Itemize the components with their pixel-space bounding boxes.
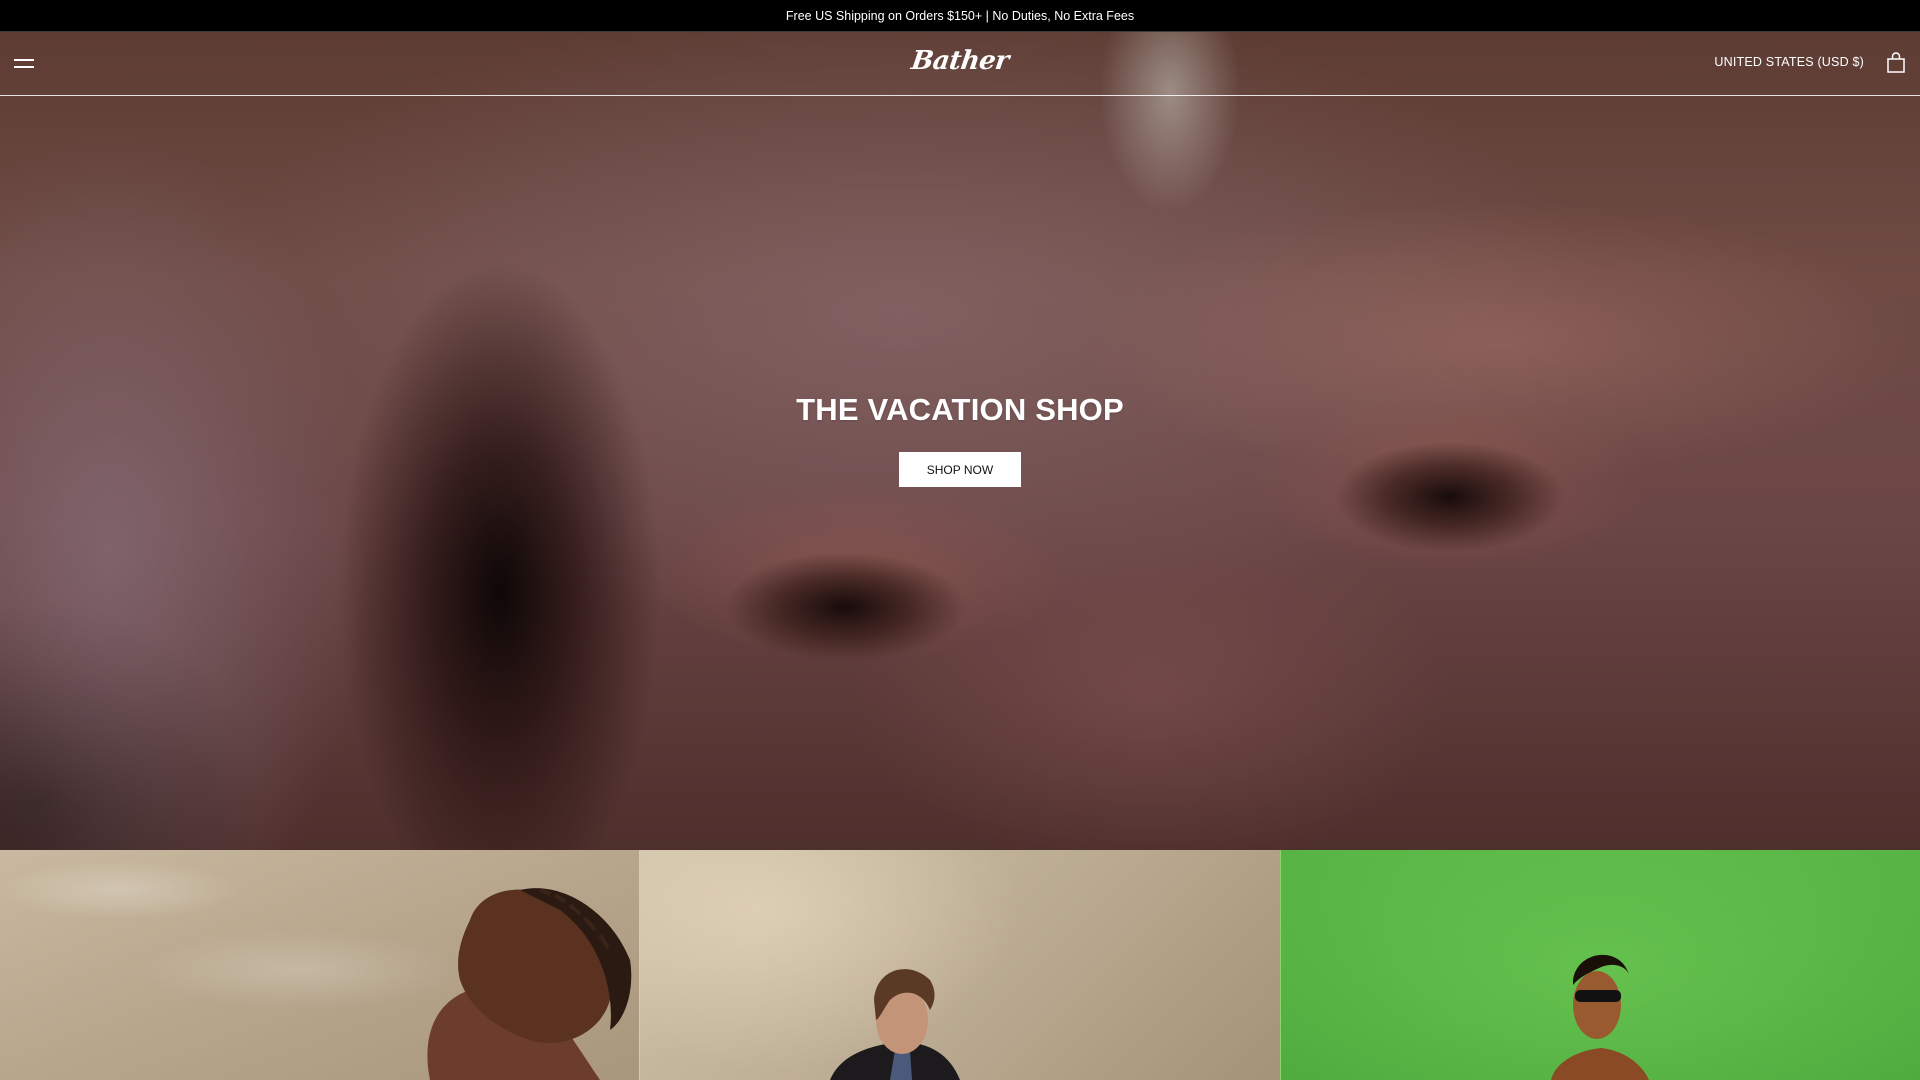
shopping-bag-icon[interactable]	[1886, 52, 1906, 74]
model-green-image	[1551, 954, 1649, 1080]
hamburger-menu-icon[interactable]	[14, 56, 34, 72]
shop-now-button[interactable]: SHOP NOW	[899, 452, 1021, 487]
tile-studio-portrait[interactable]	[639, 850, 1280, 1080]
tile-green-portrait[interactable]	[1280, 850, 1920, 1080]
model-studio-image	[830, 969, 960, 1080]
site-header: Bather UNITED STATES (USD $)	[0, 32, 1920, 96]
collection-tiles	[0, 850, 1920, 1080]
announcement-bar: Free US Shipping on Orders $150+ | No Du…	[0, 0, 1920, 32]
hero-banner[interactable]: THE VACATION SHOP SHOP NOW	[0, 32, 1920, 850]
announcement-text: Free US Shipping on Orders $150+ | No Du…	[785, 8, 1135, 23]
country-selector[interactable]: UNITED STATES (USD $)	[1714, 55, 1864, 69]
model-pool-image	[427, 888, 632, 1080]
bather-logo[interactable]: Bather	[909, 41, 1011, 81]
hero-content: THE VACATION SHOP SHOP NOW	[0, 392, 1920, 487]
tile-pool-portrait[interactable]	[0, 850, 639, 1080]
hero-title: THE VACATION SHOP	[796, 392, 1124, 427]
